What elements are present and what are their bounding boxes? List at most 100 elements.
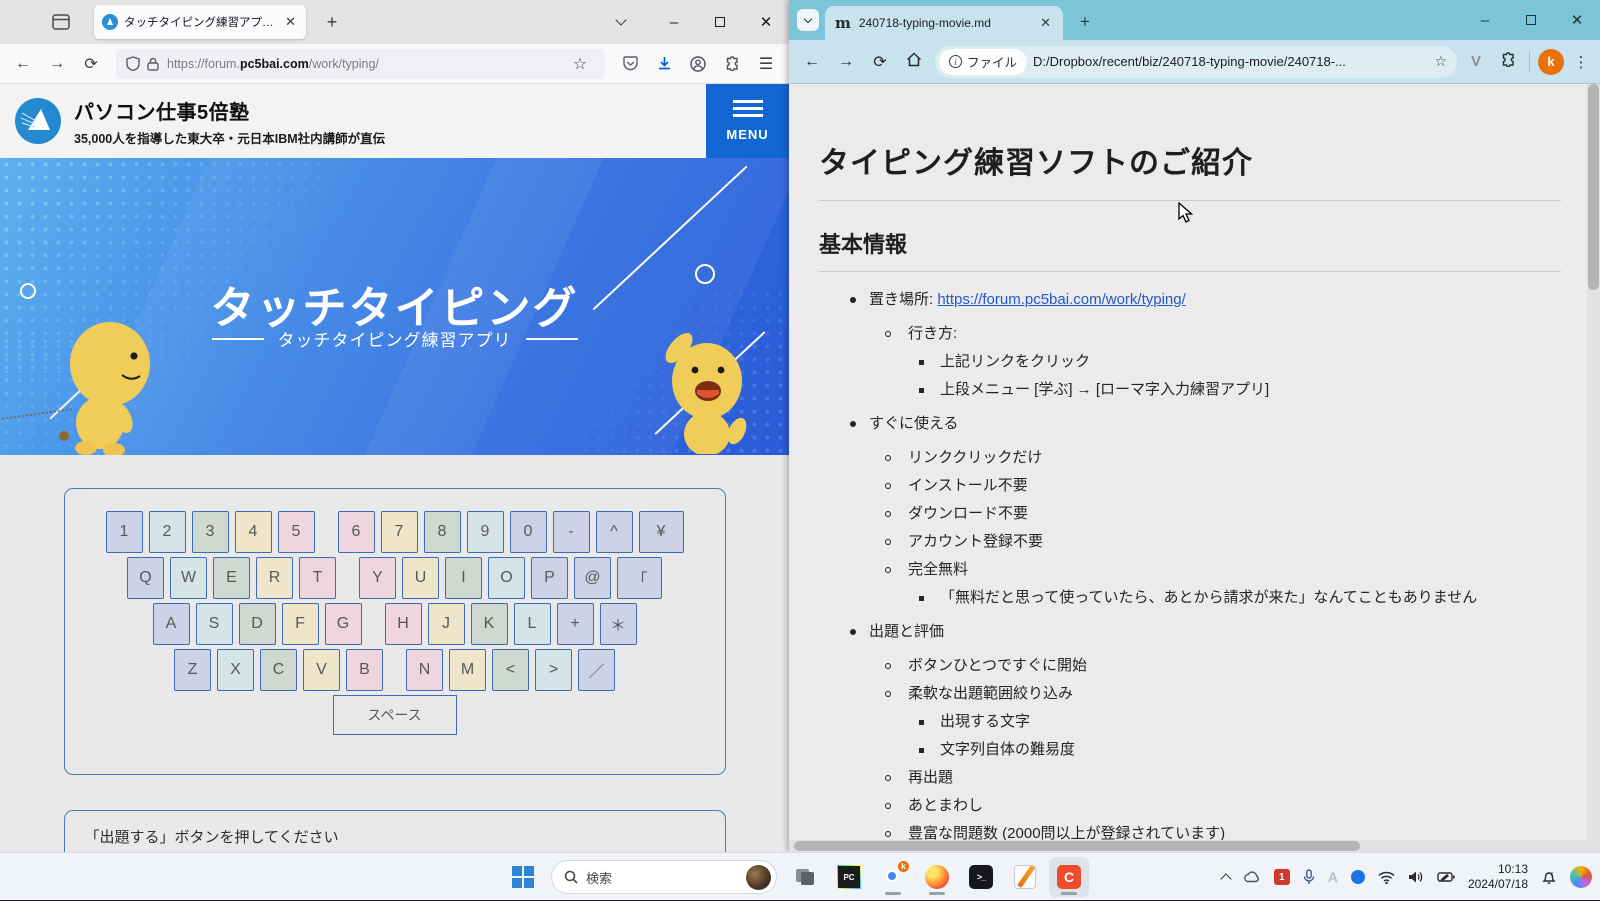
wifi-icon[interactable] bbox=[1378, 871, 1395, 884]
key-6[interactable]: 6 bbox=[338, 511, 375, 553]
key-M[interactable]: M bbox=[449, 649, 486, 691]
key-D[interactable]: D bbox=[239, 603, 276, 645]
chrome-active-tab[interactable]: m 240718-typing-movie.md ✕ bbox=[825, 6, 1063, 40]
key-H[interactable]: H bbox=[385, 603, 422, 645]
taskbar-journal-icon[interactable] bbox=[1005, 857, 1045, 897]
key-B[interactable]: B bbox=[346, 649, 383, 691]
extensions-puzzle-icon[interactable] bbox=[1495, 52, 1521, 72]
v-extension-icon[interactable]: V bbox=[1465, 53, 1487, 70]
tab-search-icon[interactable] bbox=[797, 9, 819, 31]
key-Q[interactable]: Q bbox=[127, 557, 164, 599]
firefox-urlbar[interactable]: https://forum.pc5bai.com/work/typing/ ☆ bbox=[116, 49, 605, 79]
key-J[interactable]: J bbox=[428, 603, 465, 645]
key-U[interactable]: U bbox=[402, 557, 439, 599]
key-I[interactable]: I bbox=[445, 557, 482, 599]
key-X[interactable]: X bbox=[217, 649, 254, 691]
key-N[interactable]: N bbox=[406, 649, 443, 691]
chrome-urlbar[interactable]: i ファイル D:/Dropbox/recent/biz/240718-typi… bbox=[935, 46, 1457, 78]
key-R[interactable]: R bbox=[256, 557, 293, 599]
home-button[interactable] bbox=[901, 52, 927, 72]
maximize-button[interactable] bbox=[697, 0, 743, 44]
file-scheme-chip[interactable]: i ファイル bbox=[939, 49, 1027, 75]
forward-button[interactable]: → bbox=[42, 50, 72, 78]
key-E[interactable]: E bbox=[213, 557, 250, 599]
firefox-view-icon[interactable] bbox=[46, 7, 76, 37]
taskbar-terminal-icon[interactable]: >_ bbox=[961, 857, 1001, 897]
vertical-scrollbar-thumb[interactable] bbox=[1588, 84, 1599, 290]
account-icon[interactable] bbox=[683, 50, 713, 78]
taskbar-pycharm-icon[interactable]: PC bbox=[829, 857, 869, 897]
bookmark-star-icon[interactable]: ☆ bbox=[565, 50, 595, 78]
key-7[interactable]: 7 bbox=[381, 511, 418, 553]
tray-red-badge-icon[interactable]: 1 bbox=[1274, 869, 1290, 885]
taskbar-search[interactable]: 検索 bbox=[551, 860, 777, 894]
key-3[interactable]: 3 bbox=[192, 511, 229, 553]
ime-indicator-icon[interactable]: A bbox=[1328, 869, 1338, 885]
back-button[interactable]: ← bbox=[799, 53, 825, 71]
key-Z[interactable]: Z bbox=[174, 649, 211, 691]
kebab-menu-icon[interactable]: ⋮ bbox=[1572, 53, 1590, 71]
doc-link[interactable]: https://forum.pc5bai.com/work/typing/ bbox=[937, 291, 1185, 308]
close-button[interactable]: ✕ bbox=[1554, 0, 1600, 40]
maximize-button[interactable] bbox=[1508, 0, 1554, 40]
key-W[interactable]: W bbox=[170, 557, 207, 599]
new-tab-button[interactable]: + bbox=[318, 12, 346, 33]
key-5[interactable]: 5 bbox=[278, 511, 315, 553]
copilot-icon[interactable] bbox=[1570, 866, 1592, 888]
profile-avatar[interactable]: k bbox=[1538, 49, 1564, 75]
key-V[interactable]: V bbox=[303, 649, 340, 691]
key-Y[interactable]: Y bbox=[359, 557, 396, 599]
key-A[interactable]: A bbox=[153, 603, 190, 645]
key-0[interactable]: 0 bbox=[510, 511, 547, 553]
extensions-icon[interactable] bbox=[717, 50, 747, 78]
battery-pen-icon[interactable] bbox=[1437, 871, 1455, 883]
back-button[interactable]: ← bbox=[8, 50, 38, 78]
key-¥[interactable]: ¥ bbox=[639, 511, 684, 553]
key->[interactable]: > bbox=[535, 649, 572, 691]
taskbar-clock[interactable]: 10:13 2024/07/18 bbox=[1468, 862, 1528, 892]
list-all-tabs-icon[interactable] bbox=[615, 14, 626, 25]
start-button[interactable] bbox=[503, 857, 543, 897]
key-T[interactable]: T bbox=[299, 557, 336, 599]
downloads-icon[interactable] bbox=[649, 50, 679, 78]
bookmark-star-icon[interactable]: ☆ bbox=[1434, 53, 1447, 70]
tab-close-icon[interactable]: ✕ bbox=[283, 14, 298, 30]
new-tab-button[interactable]: + bbox=[1073, 12, 1097, 32]
volume-icon[interactable] bbox=[1408, 870, 1424, 884]
key-F[interactable]: F bbox=[282, 603, 319, 645]
key-C[interactable]: C bbox=[260, 649, 297, 691]
reload-button[interactable]: ⟳ bbox=[867, 52, 893, 72]
onedrive-cloud-icon[interactable] bbox=[1243, 871, 1261, 883]
key-＊[interactable]: ＊ bbox=[600, 603, 637, 645]
key-4[interactable]: 4 bbox=[235, 511, 272, 553]
key-／[interactable]: ／ bbox=[578, 649, 615, 691]
tracking-shield-icon[interactable] bbox=[126, 56, 140, 71]
key-<[interactable]: < bbox=[492, 649, 529, 691]
tray-chevron-up-icon[interactable] bbox=[1222, 871, 1230, 883]
firefox-active-tab[interactable]: タッチタイピング練習アプリへようこそ ✕ bbox=[94, 5, 306, 39]
close-button[interactable]: ✕ bbox=[743, 0, 789, 44]
horizontal-scrollbar[interactable] bbox=[789, 840, 1587, 852]
key-@[interactable]: @ bbox=[574, 557, 611, 599]
menu-hamburger-icon[interactable]: ☰ bbox=[751, 50, 781, 78]
key-P[interactable]: P bbox=[531, 557, 568, 599]
key--[interactable]: - bbox=[553, 511, 590, 553]
pocket-icon[interactable] bbox=[615, 50, 645, 78]
microphone-icon[interactable] bbox=[1303, 869, 1315, 885]
search-highlight-image[interactable] bbox=[746, 865, 771, 890]
forward-button[interactable]: → bbox=[833, 53, 859, 71]
key-L[interactable]: L bbox=[514, 603, 551, 645]
vertical-scrollbar[interactable] bbox=[1587, 84, 1600, 840]
key-8[interactable]: 8 bbox=[424, 511, 461, 553]
key-1[interactable]: 1 bbox=[106, 511, 143, 553]
key-2[interactable]: 2 bbox=[149, 511, 186, 553]
key-^[interactable]: ^ bbox=[596, 511, 633, 553]
key-K[interactable]: K bbox=[471, 603, 508, 645]
taskbar-chrome-icon[interactable]: k bbox=[873, 857, 913, 897]
key-S[interactable]: S bbox=[196, 603, 233, 645]
key-G[interactable]: G bbox=[325, 603, 362, 645]
tab-close-icon[interactable]: ✕ bbox=[1038, 15, 1053, 31]
key-「[interactable]: 「 bbox=[617, 557, 662, 599]
task-view-button[interactable] bbox=[785, 857, 825, 897]
taskbar-firefox-icon[interactable] bbox=[917, 857, 957, 897]
